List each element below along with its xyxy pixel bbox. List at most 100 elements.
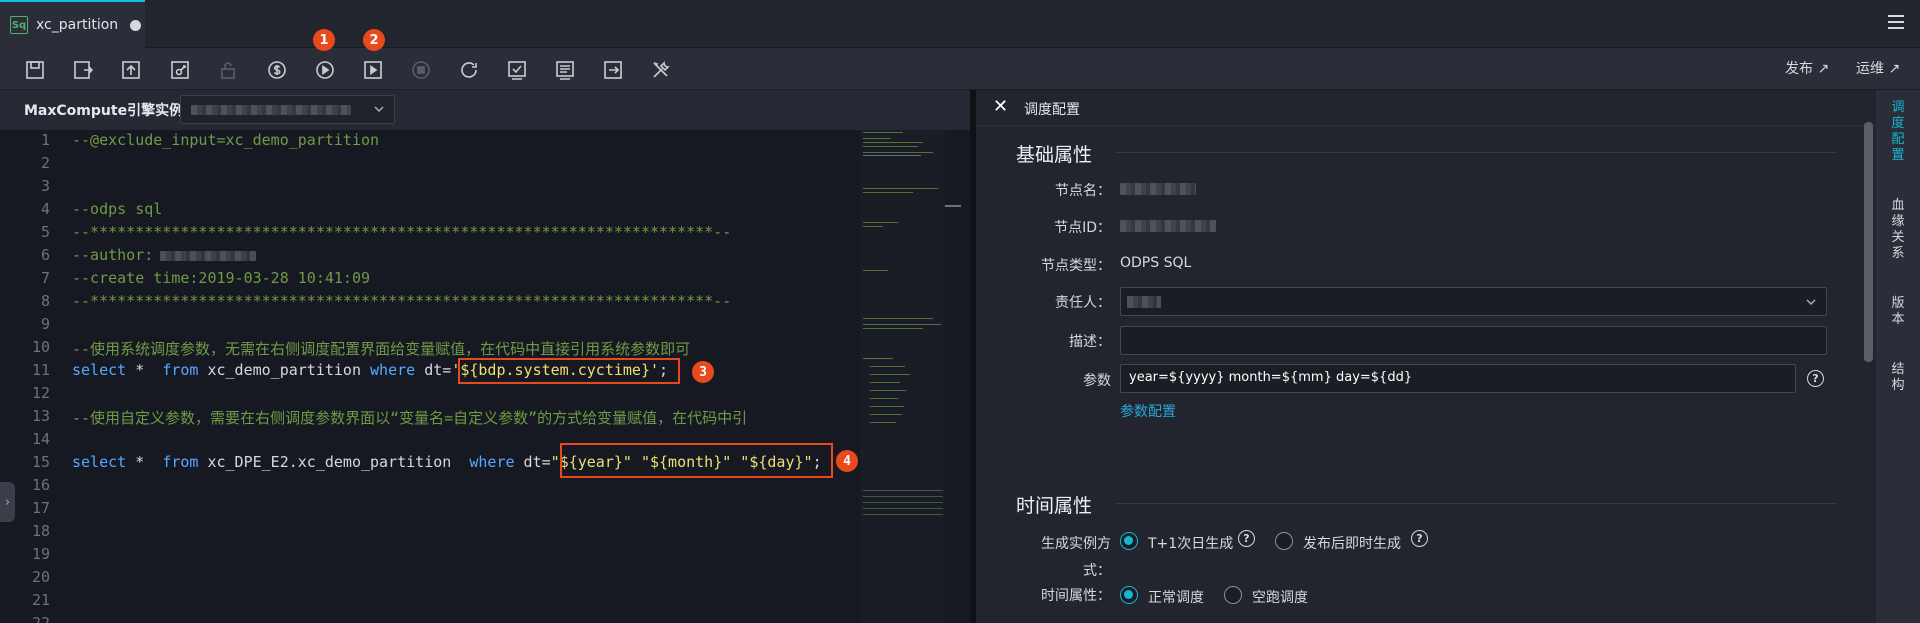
minimap-line [863,328,923,329]
ops-button[interactable]: 运维 ↗ [1856,58,1900,78]
line-number: 7 [40,269,50,287]
editor-pane: MaxCompute引擎实例: 1 2 3 4 5 6 7 8 9 10 11 … [0,90,970,623]
time-attr-label: 时间属性： [1041,588,1111,604]
section-divider [1116,503,1836,504]
owner-select[interactable] [1120,287,1827,316]
owner-redacted [1127,296,1161,308]
minimap-line [863,132,903,133]
node-name-label: 节点名： [1055,183,1111,199]
line-number: 15 [31,453,50,471]
basic-section-title: 基础属性 [1016,144,1093,166]
tab-lineage[interactable]: 血缘关系 [1876,198,1920,262]
radio-immediate[interactable] [1275,532,1293,550]
publish-button[interactable]: 发布 ↗ [1785,58,1829,78]
radio-t1-next-day[interactable] [1120,532,1138,550]
line-number: 11 [31,361,50,379]
minimap-line [863,508,943,509]
marker-3: 3 [692,361,714,383]
radio-dry-run-schedule[interactable] [1224,586,1242,604]
export-icon[interactable] [600,57,626,83]
generate-mode-label-cont: 式： [1083,563,1111,579]
run-with-params-icon[interactable] [360,57,386,83]
panel-title: 调度配置 [1024,102,1080,118]
minimap-line [863,502,943,503]
marker-1: 1 [313,29,335,51]
description-label: 描述： [1069,334,1111,350]
stop-icon [408,57,434,83]
submit-icon[interactable] [118,57,144,83]
cost-estimate-icon[interactable] [264,57,290,83]
help-icon[interactable]: ? [1411,530,1428,547]
tab-structure[interactable]: 结构 [1876,362,1920,394]
minimap-line [870,422,896,423]
minimap-line [863,226,883,227]
engine-row: MaxCompute引擎实例: [0,90,970,130]
edit-tools-icon[interactable] [648,57,674,83]
code-line-8: --**************************************… [72,292,732,310]
lock-icon[interactable] [167,57,193,83]
reload-icon[interactable] [456,57,482,83]
minimap-line [863,318,933,319]
panel-scrollbar[interactable] [1864,122,1873,362]
line-number: 1 [40,131,50,149]
minimap-line [863,222,898,223]
code-editor[interactable]: 1 2 3 4 5 6 7 8 9 10 11 12 13 14 15 16 1… [0,130,860,623]
editor-scrollbar[interactable] [945,130,970,623]
line-number: 13 [31,407,50,425]
immediate-label: 发布后即时生成 [1303,536,1401,552]
tab-schedule-config[interactable]: 调度配置 [1876,100,1920,164]
node-name-redacted [1120,183,1196,195]
tab-title: xc_partition [36,17,119,33]
minimap-line [863,358,893,359]
highlight-box-4 [560,443,833,478]
dry-run-schedule-label: 空跑调度 [1252,590,1308,606]
collapse-left-icon[interactable]: › [0,482,15,522]
generate-mode-label: 生成实例方 [1041,536,1111,552]
code-line-6: --author: [72,246,154,264]
close-icon[interactable]: ✕ [993,96,1008,117]
toolbar: 1 2 发布 ↗ 运维 ↗ [0,29,1920,90]
minimap-line [863,146,918,147]
minimap-line [870,406,904,407]
tab-bar: Sq xc_partition [0,0,1920,48]
run-icon[interactable] [312,57,338,83]
help-icon[interactable]: ? [1807,370,1824,387]
line-number: 10 [31,338,50,356]
chevron-down-icon [374,106,384,113]
code-line-5: --**************************************… [72,223,732,241]
scroll-thumb[interactable] [945,205,961,207]
engine-select[interactable] [180,95,395,124]
format-check-icon[interactable] [504,57,530,83]
menu-icon[interactable] [1888,15,1904,29]
minimap-line [863,496,943,497]
node-type-label: 节点类型： [1041,258,1111,274]
save-as-icon[interactable] [70,57,96,83]
line-number: 2 [40,154,50,172]
section-divider [1116,152,1836,153]
save-icon[interactable] [22,57,48,83]
minimap-line [870,374,910,375]
line-number: 20 [31,568,50,586]
radio-normal-schedule[interactable] [1120,586,1138,604]
format-icon[interactable] [552,57,578,83]
params-input[interactable]: year=${yyyy} month=${mm} day=${dd} [1120,364,1796,393]
line-number: 14 [31,430,50,448]
unsaved-dot-icon[interactable] [130,19,142,31]
line-number: 5 [40,223,50,241]
tab-versions[interactable]: 版本 [1876,296,1920,328]
help-icon[interactable]: ? [1238,530,1255,547]
line-number: 3 [40,177,50,195]
description-input[interactable] [1120,326,1827,355]
params-config-link[interactable]: 参数配置 [1120,401,1176,421]
line-number: 19 [31,545,50,563]
author-redacted [160,251,256,261]
params-label: 参数 [1083,373,1111,389]
code-minimap[interactable] [860,130,945,623]
params-value: year=${yyyy} month=${mm} day=${dd} [1129,370,1413,385]
time-section-title: 时间属性 [1016,495,1093,517]
line-number: 21 [31,591,50,609]
code-line-1: --@exclude_input=xc_demo_partition [72,131,380,149]
minimap-line [863,514,943,515]
tab-xc-partition[interactable]: Sq xc_partition [0,0,145,48]
t1-next-day-label: T+1次日生成 [1148,536,1234,552]
